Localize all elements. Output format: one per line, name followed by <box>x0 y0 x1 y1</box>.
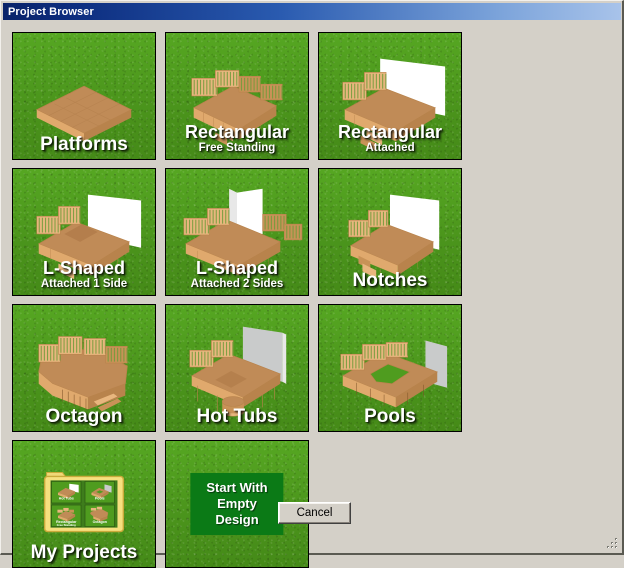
project-browser-window: Project Browser Platforms Rectangular Fr… <box>0 0 624 568</box>
svg-text:Free Standing: Free Standing <box>57 523 76 527</box>
hot-tub-icon <box>189 326 287 417</box>
empty-design-label-box: Start With Empty Design <box>190 473 284 535</box>
l-two-icon <box>183 188 303 276</box>
svg-text:Pools: Pools <box>95 497 105 501</box>
empty-design-line3: Design <box>215 512 259 527</box>
cancel-button[interactable]: Cancel <box>278 502 351 524</box>
octagon-icon <box>38 336 128 412</box>
svg-text:Octagon: Octagon <box>93 520 107 524</box>
svg-text:Hot Tubs: Hot Tubs <box>59 497 74 501</box>
resize-grip-icon[interactable] <box>605 536 619 550</box>
empty-design-line2: Empty <box>217 496 257 511</box>
rect-free-icon <box>191 70 283 146</box>
rect-attached-icon <box>342 58 446 152</box>
tile-platforms[interactable]: Platforms <box>12 32 156 160</box>
tile-hot-tubs[interactable]: Hot Tubs <box>165 304 309 432</box>
l-one-icon <box>36 194 142 280</box>
tile-l-shaped-1-side[interactable]: L-Shaped Attached 1 Side <box>12 168 156 296</box>
project-tile-grid: Platforms Rectangular Free Standing Rect… <box>12 32 614 568</box>
tile-l-shaped-2-sides[interactable]: L-Shaped Attached 2 Sides <box>165 168 309 296</box>
tile-rectangular-free[interactable]: Rectangular Free Standing <box>165 32 309 160</box>
tile-octagon[interactable]: Octagon <box>12 304 156 432</box>
tile-my-projects[interactable]: Hot Tubs Pools Rectangular Free Standing… <box>12 440 156 568</box>
notches-icon <box>348 194 440 279</box>
pool-icon <box>340 340 448 408</box>
title-bar: Project Browser <box>3 3 621 20</box>
tile-rectangular-attached[interactable]: Rectangular Attached <box>318 32 462 160</box>
tile-pools[interactable]: Pools <box>318 304 462 432</box>
tile-notches[interactable]: Notches <box>318 168 462 296</box>
folder-icon: Hot Tubs Pools Rectangular Free Standing… <box>43 472 125 533</box>
window-title: Project Browser <box>8 5 94 18</box>
empty-design-line1: Start With <box>206 480 268 495</box>
platform-icon <box>35 85 133 142</box>
